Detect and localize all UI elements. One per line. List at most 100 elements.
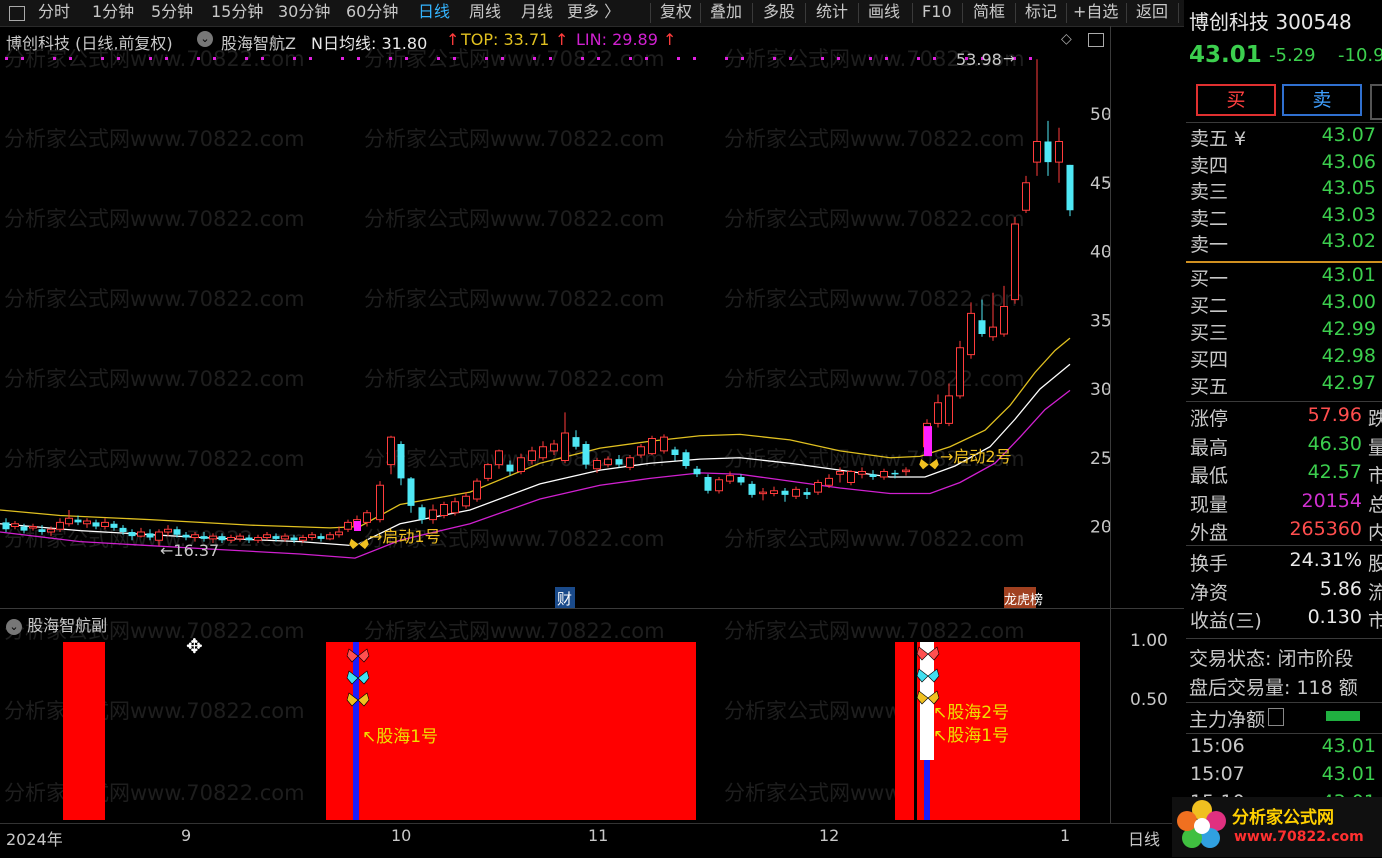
ask-row: 卖五 ¥ 43.07 (1186, 124, 1382, 152)
low-label: ←16.37 (160, 541, 219, 560)
ask-row: 卖四 43.06 (1186, 151, 1382, 179)
signal-dot (917, 57, 920, 60)
toolbar-item-1[interactable]: 1分钟 (92, 0, 134, 26)
sell-button[interactable]: 卖 (1282, 84, 1362, 116)
after-hours-volume: 盘后交易量: 118 额 (1189, 677, 1358, 699)
toolbar-item-3[interactable]: 15分钟 (211, 0, 263, 26)
candle-body (56, 521, 64, 530)
toolbar-item-13[interactable]: 统计 (816, 0, 848, 26)
bid-row: 买五 42.97 (1186, 372, 1382, 400)
toolbar-item-9[interactable]: 更多 〉 (567, 0, 620, 26)
high-label: 53.98 (956, 50, 1002, 69)
stat-row-cut: 内 (1368, 522, 1382, 544)
toolbar-item-8[interactable]: 月线 (521, 0, 553, 26)
ask-row-label: 卖一 (1190, 234, 1229, 256)
flower-logo-icon (1176, 799, 1228, 851)
arrow-icon: → (1003, 51, 1015, 67)
stat-row-value: 46.30 (1307, 432, 1362, 455)
signal-dot (933, 57, 936, 60)
candle-body (11, 523, 19, 527)
toolbar-item-10[interactable]: 复权 (660, 0, 692, 26)
ask-row-value: 43.05 (1321, 177, 1376, 199)
sub-indicator-chart[interactable]: 分析家公式网www.70822.com 分析家公式网www.70822.com 分析… (0, 610, 1110, 823)
signal-dot (629, 57, 632, 60)
main-net-label: 主力净额 (1189, 709, 1266, 731)
candle-body (290, 537, 298, 541)
candle-body (344, 521, 352, 530)
tick-row-value: 43.01 (1321, 763, 1376, 785)
watermark-text: 分析家公式网www.70822.com (724, 619, 1025, 643)
toolbar-item-7[interactable]: 周线 (469, 0, 501, 26)
ask-row-label: 卖五 ¥ (1190, 128, 1247, 150)
signal-dot (725, 57, 728, 60)
tick-row: 15:07 43.01 (1186, 763, 1382, 791)
candle-body (792, 488, 800, 497)
price-change-pct: -10.9 (1338, 45, 1382, 66)
x-label: 11 (588, 826, 609, 845)
candle-body (715, 479, 723, 492)
candle-body (989, 326, 997, 338)
candle-body (902, 469, 910, 473)
toolbar-item-0[interactable]: 分时 (38, 0, 70, 26)
candle-body (335, 531, 343, 536)
stat-row: 现量 20154 总 (1186, 490, 1382, 518)
stat-row-cut: 总 (1368, 493, 1382, 516)
stat-row: 最高 46.30 量 (1186, 433, 1382, 461)
signal-dot (645, 57, 648, 60)
candle-body (92, 522, 100, 527)
signal-dot (437, 57, 440, 60)
candle-body (814, 482, 822, 493)
pane-divider (0, 608, 1184, 609)
candle-body (236, 535, 244, 540)
guhai2-label: ↖股海2号 (933, 703, 1009, 723)
candle-body (1000, 306, 1008, 335)
chevron-down-icon[interactable]: ⌄ (6, 618, 22, 635)
toolbar-item-19[interactable]: 返回 (1136, 0, 1168, 26)
signal-block (63, 642, 105, 820)
list-icon[interactable] (1268, 708, 1284, 726)
toolbar-item-16[interactable]: 简框 (973, 0, 1005, 26)
toolbar-item-17[interactable]: 标记 (1025, 0, 1057, 26)
longhu-label: 龙虎榜 (1004, 592, 1043, 608)
period-label[interactable]: 日线 (1128, 826, 1160, 850)
signal-dot (213, 57, 216, 60)
ask-row-value: 43.06 (1321, 150, 1376, 173)
signal-dot (453, 57, 456, 60)
stat2-row: 换手 24.31% 股 (1186, 549, 1382, 577)
date-axis: 2024年 9 10 11 12 1 日线 (0, 823, 1184, 858)
stat-row-label: 最高 (1190, 436, 1229, 459)
signal-dot (53, 57, 56, 60)
candle-body (593, 460, 601, 470)
candle-body (704, 477, 712, 491)
ask-row-label: 卖四 (1190, 154, 1229, 177)
signal-dot (597, 57, 600, 60)
candle-body (173, 529, 181, 535)
sidebar-toggle-icon[interactable] (9, 6, 25, 21)
buy-button[interactable]: 买 (1196, 84, 1276, 116)
signal-dot (21, 57, 24, 60)
candle-body (506, 464, 514, 472)
toolbar-item-12[interactable]: 多股 (763, 0, 795, 26)
candle-body (1066, 164, 1074, 211)
signal-dot (885, 57, 888, 60)
toolbar-item-5[interactable]: 60分钟 (346, 0, 398, 26)
toolbar-item-14[interactable]: 画线 (868, 0, 900, 26)
watermark-text: 分析家公式网www.70822.com (364, 287, 665, 311)
tick-row-value: 43.01 (1321, 735, 1376, 757)
candle-body (770, 490, 778, 494)
y-tick-label: 50.00 (1090, 105, 1110, 125)
toolbar-item-15[interactable]: F10 (922, 0, 952, 26)
toolbar-item-4[interactable]: 30分钟 (278, 0, 330, 26)
watermark-text: 分析家公式网www.70822.com (4, 207, 305, 231)
toolbar-item-18[interactable]: +自选 (1073, 0, 1118, 26)
signal-dot (869, 57, 872, 60)
candle-body (440, 504, 448, 516)
candle-body (227, 537, 235, 541)
toolbar-item-6[interactable]: 日线 (418, 0, 450, 26)
main-kline-chart[interactable]: 分析家公式网www.70822.com 分析家公式网www.70822.com 分析… (0, 26, 1110, 608)
toolbar-item-2[interactable]: 5分钟 (151, 0, 193, 26)
ask-row-value: 43.03 (1321, 203, 1376, 226)
candle-body (317, 536, 325, 539)
toolbar-item-11[interactable]: 叠加 (710, 0, 742, 26)
candle-body (1044, 141, 1052, 163)
